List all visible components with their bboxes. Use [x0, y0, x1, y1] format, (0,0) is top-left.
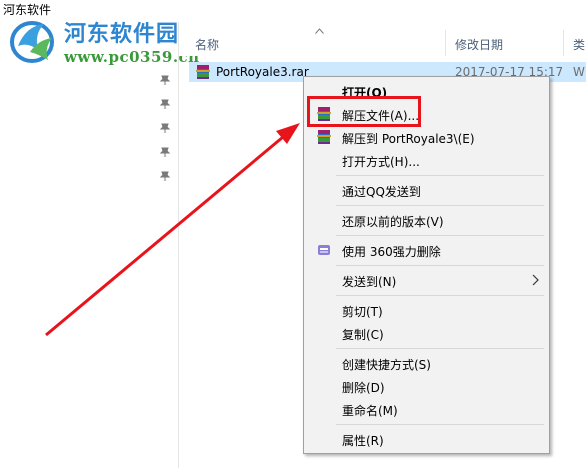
context-menu: 打开(O) 解压文件(A)... 解压到 PortRoyale3\(E) 打开方…	[303, 76, 550, 454]
menu-separator	[336, 265, 544, 266]
menu-item-label: 解压到 PortRoyale3\(E)	[342, 132, 475, 146]
navigation-pane[interactable]	[0, 22, 178, 468]
menu-item-extract-to-folder[interactable]: 解压到 PortRoyale3\(E)	[304, 126, 549, 148]
file-type: W	[573, 65, 585, 79]
menu-separator	[336, 295, 544, 296]
menu-item-label: 通过QQ发送到	[342, 185, 421, 199]
menu-separator	[336, 348, 544, 349]
pin-icon	[159, 171, 171, 181]
column-header-row: 名称 修改日期 类	[179, 28, 586, 56]
menu-item-create-shortcut[interactable]: 创建快捷方式(S)	[304, 352, 549, 374]
winrar-archive-icon	[196, 65, 210, 79]
pin-icon	[159, 147, 171, 157]
watermark-brand: 河东软件园	[64, 21, 180, 47]
menu-item-cut[interactable]: 剪切(T)	[304, 299, 549, 321]
menu-separator	[336, 205, 544, 206]
menu-separator	[336, 175, 544, 176]
menu-item-restore-previous-versions[interactable]: 还原以前的版本(V)	[304, 209, 549, 231]
pin-icon	[159, 75, 171, 85]
column-header-name[interactable]: 名称	[195, 36, 219, 53]
menu-item-rename[interactable]: 重命名(M)	[304, 398, 549, 420]
menu-separator	[336, 424, 544, 425]
menu-item-label: 使用 360强力删除	[342, 245, 441, 259]
file-name: PortRoyale3.rar	[216, 65, 309, 79]
menu-separator	[336, 235, 544, 236]
menu-item-label: 复制(C)	[342, 328, 384, 342]
pin-icon	[159, 99, 171, 109]
menu-item-properties[interactable]: 属性(R)	[304, 428, 549, 450]
sort-ascending-icon	[315, 28, 324, 34]
column-separator[interactable]	[445, 30, 446, 56]
chevron-right-icon	[532, 274, 539, 286]
menu-item-label: 删除(D)	[342, 381, 385, 395]
menu-item-360-force-delete[interactable]: 使用 360强力删除	[304, 239, 549, 261]
column-separator[interactable]	[563, 30, 564, 56]
column-header-type[interactable]: 类	[573, 36, 585, 53]
menu-item-label: 剪切(T)	[342, 305, 383, 319]
menu-item-send-via-qq[interactable]: 通过QQ发送到	[304, 179, 549, 201]
menu-item-label: 打开方式(H)...	[342, 155, 420, 169]
winrar-icon	[317, 130, 331, 144]
menu-item-label: 创建快捷方式(S)	[342, 358, 431, 372]
menu-item-delete[interactable]: 删除(D)	[304, 375, 549, 397]
menu-item-label: 发送到(N)	[342, 275, 397, 289]
menu-item-label: 重命名(M)	[342, 404, 398, 418]
column-header-date[interactable]: 修改日期	[455, 36, 503, 53]
watermark-logo-icon	[10, 21, 54, 63]
menu-item-copy[interactable]: 复制(C)	[304, 322, 549, 344]
pin-icon	[159, 123, 171, 133]
menu-item-open-with[interactable]: 打开方式(H)...	[304, 149, 549, 171]
menu-item-label: 还原以前的版本(V)	[342, 215, 444, 229]
360-shredder-icon	[318, 245, 330, 255]
highlight-box	[307, 96, 421, 127]
pane-divider[interactable]	[178, 22, 179, 468]
menu-item-label: 属性(R)	[342, 434, 384, 448]
menu-item-send-to[interactable]: 发送到(N)	[304, 269, 549, 291]
